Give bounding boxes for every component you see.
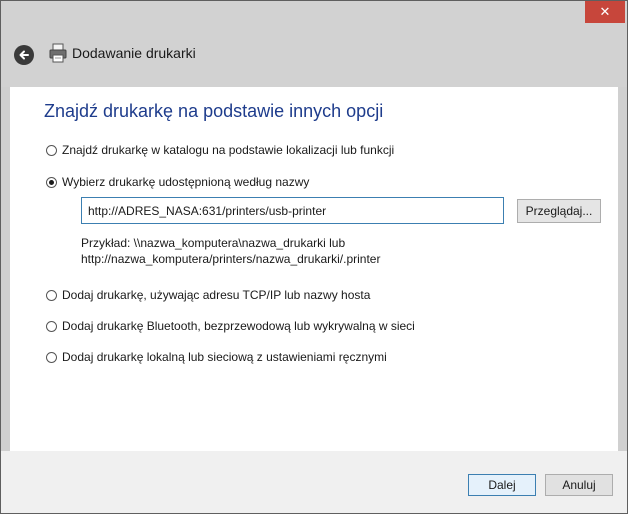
radio-bluetooth-wireless[interactable]	[46, 320, 57, 332]
close-icon: ✕	[599, 4, 611, 20]
wizard-content: Znajdź drukarkę na podstawie innych opcj…	[10, 87, 618, 451]
window-title: Dodawanie drukarki	[72, 45, 196, 61]
title-bar: ✕ Dodawanie drukarki	[1, 1, 627, 87]
example-line-1: Przykład: \\nazwa_komputera\nazwa_drukar…	[81, 236, 346, 250]
example-hint: Przykład: \\nazwa_komputera\nazwa_drukar…	[81, 235, 380, 267]
option-label: Dodaj drukarkę, używając adresu TCP/IP l…	[62, 288, 371, 302]
option-bluetooth-wireless[interactable]: Dodaj drukarkę Bluetooth, bezprzewodową …	[46, 319, 415, 333]
option-shared-by-name[interactable]: Wybierz drukarkę udostępnioną według naz…	[46, 175, 309, 189]
option-label: Znajdź drukarkę w katalogu na podstawie …	[62, 143, 395, 157]
next-button[interactable]: Dalej	[468, 474, 536, 496]
option-local-manual[interactable]: Dodaj drukarkę lokalną lub sieciową z us…	[46, 350, 387, 364]
radio-tcpip[interactable]	[46, 289, 57, 301]
button-bar: Dalej Anuluj	[1, 451, 627, 513]
back-arrow-icon	[19, 50, 29, 60]
page-heading: Znajdź drukarkę na podstawie innych opcj…	[44, 101, 384, 121]
printer-icon	[49, 43, 67, 63]
browse-button[interactable]: Przeglądaj...	[517, 199, 601, 223]
printer-name-input[interactable]	[81, 197, 504, 224]
radio-local-manual[interactable]	[46, 351, 57, 363]
radio-shared-by-name[interactable]	[46, 176, 57, 188]
add-printer-window: ✕ Dodawanie drukarki Znajdź drukarkę na …	[0, 0, 628, 514]
option-label: Dodaj drukarkę Bluetooth, bezprzewodową …	[62, 319, 415, 333]
close-button[interactable]: ✕	[585, 1, 625, 23]
option-tcpip[interactable]: Dodaj drukarkę, używając adresu TCP/IP l…	[46, 288, 370, 302]
example-line-2: http://nazwa_komputera/printers/nazwa_dr…	[81, 252, 381, 266]
back-button[interactable]	[14, 45, 34, 65]
cancel-button[interactable]: Anuluj	[545, 474, 613, 496]
option-find-in-directory[interactable]: Znajdź drukarkę w katalogu na podstawie …	[46, 143, 394, 157]
option-label: Dodaj drukarkę lokalną lub sieciową z us…	[62, 350, 387, 364]
radio-find-in-directory[interactable]	[46, 144, 57, 156]
option-label: Wybierz drukarkę udostępnioną według naz…	[62, 175, 310, 189]
